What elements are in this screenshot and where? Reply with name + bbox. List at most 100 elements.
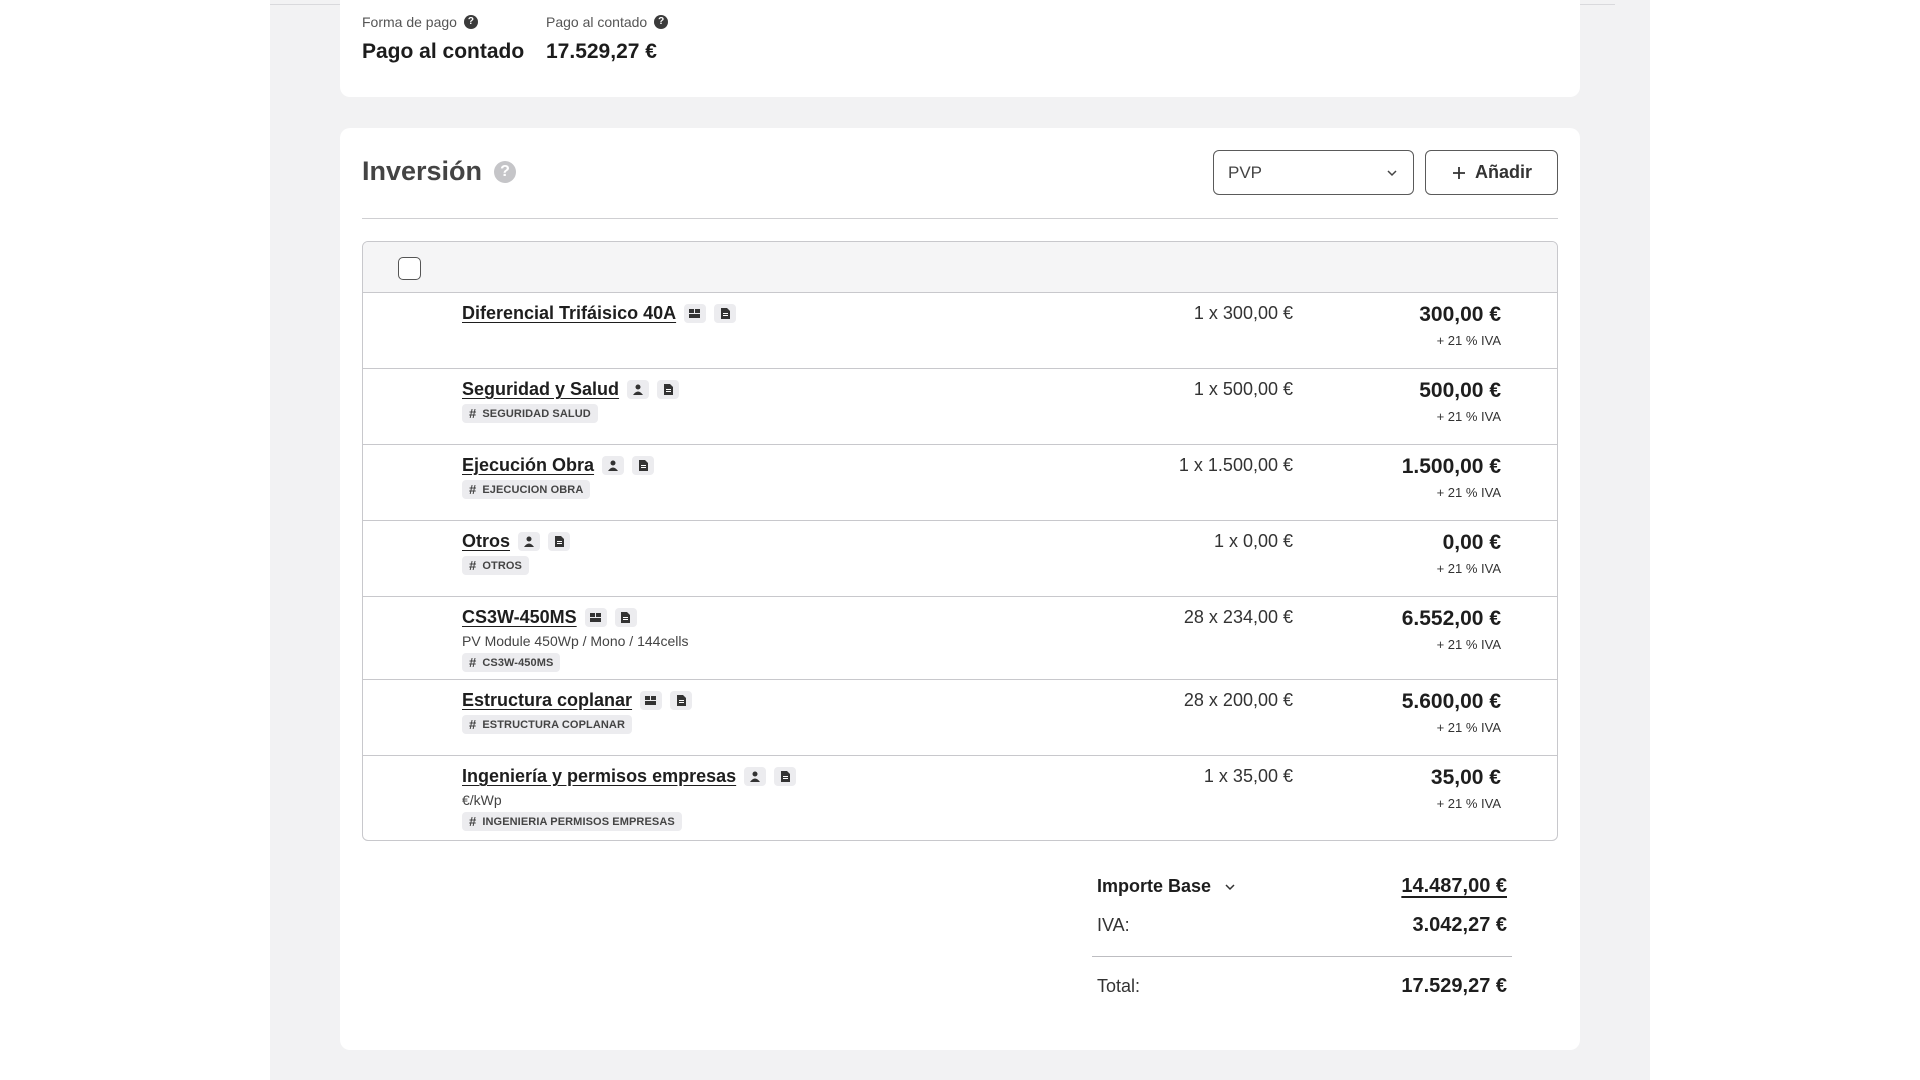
help-icon[interactable]: ? [494,160,517,183]
payment-method-value: Pago al contado [362,40,525,63]
item-quantity: 1 x 0,00 € [1213,531,1293,551]
table-row[interactable]: Seguridad y Salud # SEGURIDAD SALUD 1 x … [363,369,1557,445]
person-icon [744,767,767,786]
section-title: Inversión ? [362,156,517,187]
investment-title: Inversión [362,156,483,186]
table-row[interactable]: Estructura coplanar # ESTRUCTURA COPLANA… [363,680,1557,756]
total-value: 17.529,27 € [1401,975,1507,997]
item-tag: # SEGURIDAD SALUD [462,404,598,423]
document-icon[interactable] [548,532,571,551]
item-name-link[interactable]: Seguridad y Salud [462,379,619,400]
group-icon [684,304,707,323]
item-price: 35,00 € [1430,766,1501,789]
hash-icon: # [469,406,477,421]
document-icon[interactable] [774,767,797,786]
hash-icon: # [469,482,477,497]
base-amount-toggle[interactable]: Importe Base [1092,876,1237,897]
item-price: 1.500,00 € [1401,455,1501,478]
item-name-line: Ejecución Obra [462,455,655,476]
document-icon[interactable] [670,691,693,710]
base-amount-value[interactable]: 14.487,00 € [1401,875,1512,898]
item-price: 0,00 € [1442,531,1501,554]
price-type-select[interactable]: PVP [1213,150,1414,195]
base-amount-row: Importe Base 14.487,00 € [1092,875,1512,898]
vat-label: IVA: [1097,915,1130,935]
item-name-line: Seguridad y Salud [462,379,680,400]
item-quantity: 28 x 234,00 € [1183,607,1293,627]
item-quantity: 1 x 1.500,00 € [1178,455,1293,475]
table-row[interactable]: Ejecución Obra # EJECUCION OBRA 1 x 1.50… [363,445,1557,521]
hash-icon: # [469,655,477,670]
item-name-line: Ingeniería y permisos empresas [462,766,797,787]
table-row[interactable]: Ingeniería y permisos empresas €/kWp # I… [363,756,1557,840]
payment-card: Forma de pago ? Pago al contado Pago al … [340,0,1580,97]
document-icon[interactable] [657,380,680,399]
investment-table: Diferencial Trifáisico 40A 1 x 300,00 € … [362,241,1558,841]
totals-divider [1092,956,1512,957]
add-button-label: Añadir [1474,162,1532,182]
payment-amount-value: 17.529,27 € [546,40,657,63]
item-name-link[interactable]: Diferencial Trifáisico 40A [462,303,676,324]
item-vat: + 21 % IVA [1436,796,1501,811]
hash-icon: # [469,717,477,732]
item-vat: + 21 % IVA [1436,561,1501,576]
item-name-line: Estructura coplanar [462,690,693,711]
item-description: PV Module 450Wp / Mono / 144cells [462,633,689,649]
investment-card: Inversión ? PVP Añadir Diferencial Trifá… [340,128,1580,1050]
price-type-value: PVP [1228,162,1263,182]
item-name-line: Diferencial Trifáisico 40A [462,303,737,324]
person-icon [518,532,541,551]
total-row: Total: 17.529,27 € [1092,975,1512,998]
group-icon [584,608,607,627]
person-icon [627,380,650,399]
table-row[interactable]: Otros # OTROS 1 x 0,00 € 0,00 € + 21 % I… [363,521,1557,597]
total-label: Total: [1097,976,1141,996]
payment-method-label-row: Forma de pago ? [362,14,524,30]
item-vat: + 21 % IVA [1436,720,1501,735]
item-tag-label: OTROS [482,559,522,572]
document-icon[interactable] [632,456,655,475]
item-name-link[interactable]: Otros [462,531,510,552]
help-icon[interactable]: ? [654,15,669,29]
table-row[interactable]: Diferencial Trifáisico 40A 1 x 300,00 € … [363,293,1557,369]
item-description: €/kWp [462,792,502,808]
item-vat: + 21 % IVA [1436,409,1501,424]
payment-amount-label-row: Pago al contado ? [546,14,669,30]
item-name-line: CS3W-450MS [462,607,637,628]
person-icon [602,456,625,475]
item-name-link[interactable]: Ejecución Obra [462,455,594,476]
add-button[interactable]: Añadir [1425,150,1558,195]
item-tag-label: INGENIERIA PERMISOS EMPRESAS [482,815,675,828]
item-name-link[interactable]: Estructura coplanar [462,690,632,711]
item-tag: # OTROS [462,556,529,575]
group-icon [640,691,663,710]
item-vat: + 21 % IVA [1436,637,1501,652]
hash-icon: # [469,814,477,829]
item-vat: + 21 % IVA [1436,333,1501,348]
item-tag: # EJECUCION OBRA [462,480,591,499]
item-tag: # ESTRUCTURA COPLANAR [462,715,632,734]
chevron-down-icon [1387,169,1397,176]
table-header [363,242,1557,293]
item-tag: # CS3W-450MS [462,653,561,672]
item-tag: # INGENIERIA PERMISOS EMPRESAS [462,812,682,831]
item-name-link[interactable]: CS3W-450MS [462,607,577,628]
item-tag-label: ESTRUCTURA COPLANAR [482,718,625,731]
document-icon[interactable] [714,304,737,323]
select-all-checkbox[interactable] [398,257,421,280]
table-row[interactable]: CS3W-450MS PV Module 450Wp / Mono / 144c… [363,597,1557,680]
item-vat: + 21 % IVA [1436,485,1501,500]
payment-amount-label: Pago al contado [546,14,648,30]
item-tag-label: SEGURIDAD SALUD [482,407,591,420]
item-price: 500,00 € [1419,379,1501,402]
payment-method-label: Forma de pago [362,14,457,30]
chevron-down-icon [1225,883,1235,890]
item-name-link[interactable]: Ingeniería y permisos empresas [462,766,736,787]
base-amount-label: Importe Base [1097,876,1212,896]
item-quantity: 1 x 300,00 € [1193,303,1293,323]
item-quantity: 1 x 35,00 € [1203,766,1293,786]
help-icon[interactable]: ? [463,15,478,29]
item-tag-label: EJECUCION OBRA [482,483,584,496]
document-icon[interactable] [614,608,637,627]
plus-icon [1452,166,1465,179]
